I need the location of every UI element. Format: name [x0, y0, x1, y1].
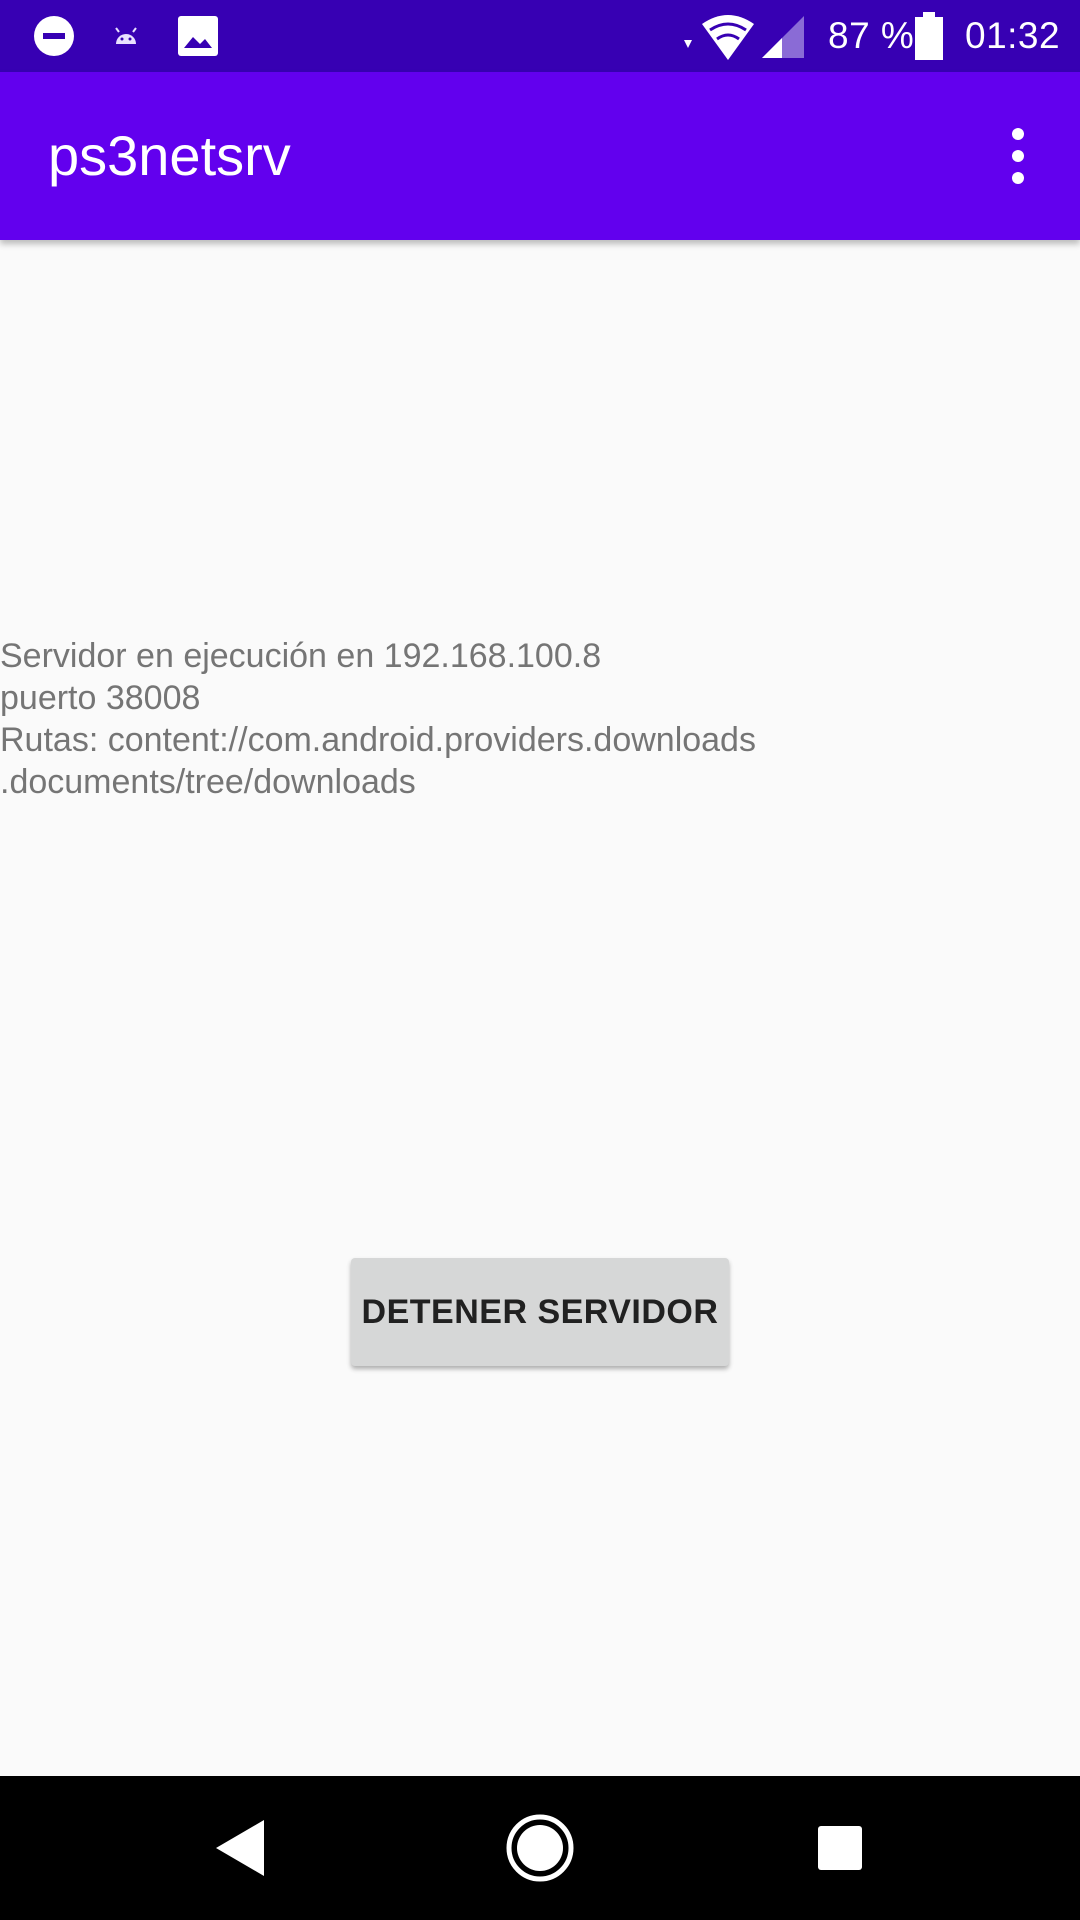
do-not-disturb-icon [32, 14, 76, 58]
recents-icon[interactable] [798, 1806, 882, 1890]
server-paths-line-continued: .documents/tree/downloads [0, 763, 416, 801]
server-address-line: Servidor en ejecución en 192.168.100.8 [0, 637, 602, 675]
server-paths-line: Rutas: content://com.android.providers.d… [0, 721, 756, 759]
navigation-bar [0, 1776, 1080, 1920]
android-debug-icon [104, 14, 148, 58]
battery-icon [914, 12, 944, 60]
app-title: ps3netsrv [48, 124, 291, 187]
back-icon[interactable] [198, 1806, 282, 1890]
cell-signal-icon [760, 14, 806, 58]
status-bar: 87 % 01:32 [0, 0, 1080, 72]
server-port-line: puerto 38008 [0, 679, 201, 717]
image-icon [176, 14, 220, 58]
clock: 01:32 [965, 15, 1061, 56]
home-icon[interactable] [498, 1806, 582, 1890]
battery-percentage: 87 % [828, 15, 915, 56]
app-bar: ps3netsrv [0, 72, 1080, 240]
more-vert-icon[interactable] [982, 120, 1054, 192]
wifi-icon [676, 10, 756, 62]
stop-server-button[interactable]: DETENER SERVIDOR [351, 1258, 729, 1366]
server-status-text: Servidor en ejecución en 192.168.100.8 p… [0, 635, 1080, 803]
